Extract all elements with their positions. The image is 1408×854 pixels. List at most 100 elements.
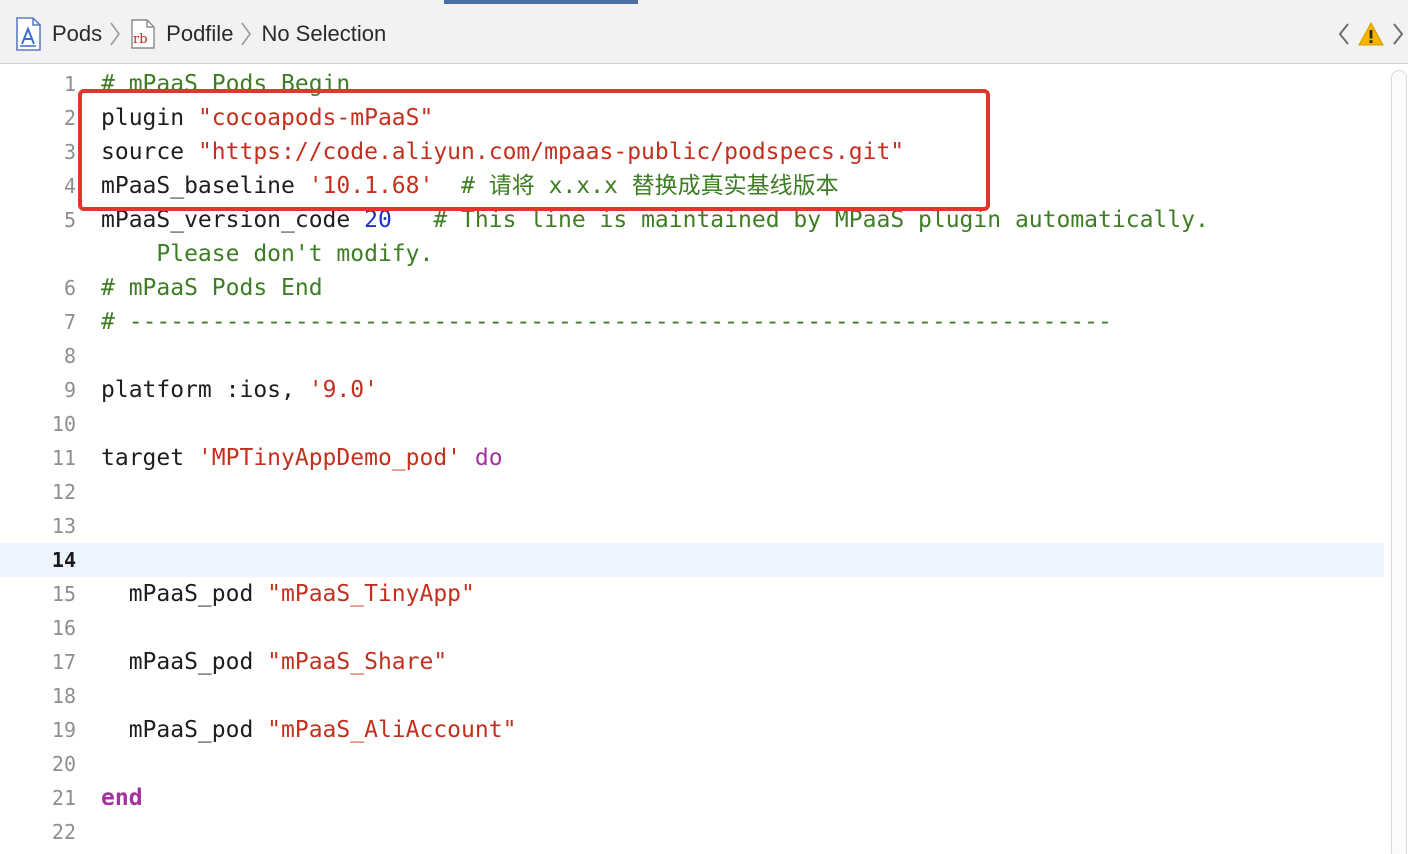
line-number: 18	[51, 684, 76, 708]
token-plain: plugin	[101, 105, 198, 131]
breadcrumb-item-pods[interactable]: Pods	[14, 17, 102, 51]
code-line[interactable]: 19 mPaaS_pod "mPaaS_AliAccount"	[0, 713, 1384, 747]
code-line[interactable]: Please don't modify.	[0, 237, 1384, 271]
token-string: "mPaaS_TinyApp"	[267, 581, 475, 607]
issue-navigation	[1334, 18, 1408, 50]
chevron-right-icon	[1393, 23, 1404, 45]
code-text: mPaaS_version_code 20 # This line is mai…	[101, 203, 1209, 237]
breadcrumb-label-pods: Pods	[52, 21, 103, 46]
code-text: end	[101, 781, 143, 815]
code-line[interactable]: 10	[0, 407, 1384, 441]
token-string: 'MPTinyAppDemo_pod'	[197, 445, 462, 471]
code-text: source "https://code.aliyun.com/mpaas-pu…	[101, 135, 904, 169]
token-comment: # This line is maintained by MPaaS plugi…	[433, 207, 1209, 233]
line-number: 13	[51, 514, 76, 538]
token-string: '9.0'	[308, 377, 378, 403]
code-text: target 'MPTinyAppDemo_pod' do	[101, 441, 503, 475]
code-line[interactable]: 4 mPaaS_baseline '10.1.68' # 请将 x.x.x 替换成…	[0, 169, 1384, 203]
code-line[interactable]: 11 target 'MPTinyAppDemo_pod' do	[0, 441, 1384, 475]
line-number: 21	[51, 786, 76, 810]
code-text: platform :ios, '9.0'	[101, 373, 378, 407]
token-string: "https://code.aliyun.com/mpaas-public/po…	[197, 139, 905, 165]
code-text: mPaaS_pod "mPaaS_Share"	[101, 645, 448, 679]
vertical-scrollbar[interactable]	[1391, 70, 1407, 854]
code-line[interactable]: 18	[0, 679, 1384, 713]
token-string: "mPaaS_AliAccount"	[267, 717, 517, 743]
code-line[interactable]: 5 mPaaS_version_code 20 # This line is ma…	[0, 203, 1384, 237]
next-issue-button[interactable]	[1388, 18, 1408, 50]
code-line[interactable]: 9 platform :ios, '9.0'	[0, 373, 1384, 407]
token-plain: mPaaS_pod	[101, 649, 268, 675]
line-number: 14	[51, 548, 76, 572]
token-comment: # mPaaS Pods Begin	[101, 71, 351, 97]
code-text: mPaaS_pod "mPaaS_TinyApp"	[101, 577, 475, 611]
line-number: 19	[51, 718, 76, 742]
breadcrumb-item-podfile[interactable]: rb Podfile	[130, 19, 233, 49]
ruby-file-icon-text: rb	[133, 32, 148, 47]
token-plain: platform :ios,	[101, 377, 309, 403]
ruby-file-icon: rb	[131, 19, 155, 49]
line-number: 2	[63, 106, 76, 130]
line-number: 22	[51, 820, 76, 844]
code-line[interactable]: 22	[0, 815, 1384, 849]
code-line[interactable]: 15 mPaaS_pod "mPaaS_TinyApp"	[0, 577, 1384, 611]
chevron-right-icon	[110, 22, 121, 46]
active-tab-indicator	[444, 0, 638, 4]
line-number: 3	[63, 140, 76, 164]
code-text: # mPaaS Pods End	[101, 271, 323, 305]
code-text: # mPaaS Pods Begin	[101, 67, 350, 101]
breadcrumb-label-no-selection: No Selection	[261, 21, 387, 46]
line-number: 20	[51, 752, 76, 776]
line-number: 1	[63, 72, 76, 96]
breadcrumb: Pods rb Podfile No Selection	[14, 14, 386, 54]
code-line[interactable]: 17 mPaaS_pod "mPaaS_Share"	[0, 645, 1384, 679]
code-line[interactable]: 12	[0, 475, 1384, 509]
line-number: 6	[63, 276, 76, 300]
code-line[interactable]: 3 source "https://code.aliyun.com/mpaas-p…	[0, 135, 1384, 169]
code-line[interactable]: 20	[0, 747, 1384, 781]
code-editor[interactable]: 1 # mPaaS Pods Begin 2 plugin "cocoapods-mP…	[0, 64, 1390, 854]
code-line[interactable]: 13	[0, 509, 1384, 543]
code-line[interactable]: 1 # mPaaS Pods Begin	[0, 67, 1384, 101]
token-string: "mPaaS_Share"	[267, 649, 448, 675]
chevron-left-icon	[1338, 23, 1349, 45]
line-number: 9	[63, 378, 76, 402]
line-number: 15	[51, 582, 76, 606]
code-line[interactable]: 7 # -------------------------------------…	[0, 305, 1384, 339]
token-plain: mPaaS_pod	[101, 581, 268, 607]
code-text: mPaaS_pod "mPaaS_AliAccount"	[101, 713, 517, 747]
token-plain: target	[101, 445, 198, 471]
token-comment: # --------------------------------------…	[101, 309, 1112, 335]
previous-issue-button[interactable]	[1334, 18, 1354, 50]
line-number: 5	[63, 208, 76, 232]
xcode-editor-window: Pods rb Podfile No Selection 1 # mPaaS P…	[0, 0, 1408, 854]
code-line-current[interactable]: 14	[0, 543, 1384, 577]
token-plain: source	[101, 139, 198, 165]
code-text: # --------------------------------------…	[101, 305, 1112, 339]
breadcrumb-label-podfile: Podfile	[166, 21, 234, 46]
code-line[interactable]: 16	[0, 611, 1384, 645]
token-number: 20	[364, 207, 392, 233]
token-keyword-bold: end	[101, 785, 143, 811]
jump-bar: Pods rb Podfile No Selection	[0, 0, 1408, 64]
line-number: 11	[51, 446, 76, 470]
code-line[interactable]: 2 plugin "cocoapods-mPaaS"	[0, 101, 1384, 135]
warning-icon	[1358, 21, 1384, 46]
code-text: mPaaS_baseline '10.1.68' # 请将 x.x.x 替换成真…	[101, 169, 839, 203]
code-line[interactable]: 21 end	[0, 781, 1384, 815]
token-comment: Please don't modify.	[101, 241, 434, 267]
token-plain: mPaaS_baseline	[101, 173, 309, 199]
code-line[interactable]: 6 # mPaaS Pods End	[0, 271, 1384, 305]
line-number: 16	[51, 616, 76, 640]
code-line[interactable]: 8	[0, 339, 1384, 373]
breadcrumb-item-no-selection[interactable]: No Selection	[261, 21, 386, 47]
token-keyword: do	[474, 445, 503, 471]
token-comment: # mPaaS Pods End	[101, 275, 323, 301]
warning-button[interactable]	[1356, 19, 1386, 49]
token-plain: mPaaS_version_code	[101, 207, 365, 233]
line-number: 4	[63, 174, 76, 198]
token-string: '10.1.68'	[308, 173, 434, 199]
